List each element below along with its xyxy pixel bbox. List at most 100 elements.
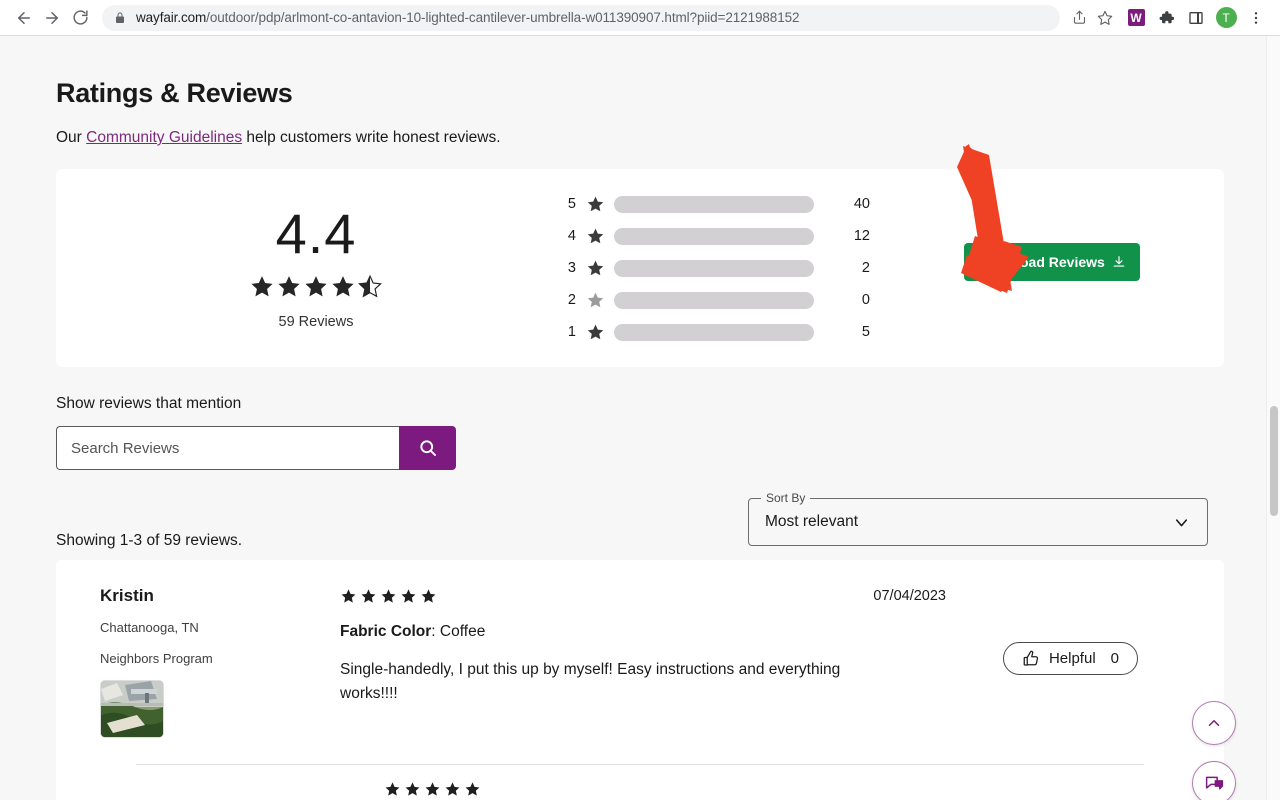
bookmark-button[interactable]: [1092, 5, 1118, 31]
puzzle-piece-icon: [1159, 11, 1174, 24]
helpful-label: Helpful: [1048, 650, 1096, 667]
star-icon: [425, 782, 440, 796]
chrome-menu-button[interactable]: [1242, 4, 1270, 32]
share-button[interactable]: [1066, 5, 1092, 31]
star-icon: [405, 782, 420, 796]
address-bar[interactable]: wayfair.com/outdoor/pdp/arlmont-co-antav…: [102, 4, 1060, 31]
forward-button[interactable]: [38, 4, 66, 32]
review-attribute-value: Coffee: [439, 623, 486, 640]
star-icon: [465, 782, 480, 796]
overall-score: 4.4: [275, 202, 357, 265]
chat-support-button[interactable]: [1192, 761, 1236, 800]
scrollbar-thumb[interactable]: [1270, 406, 1278, 516]
star-bookmark-icon: [1097, 10, 1113, 25]
star-icon: [361, 589, 376, 603]
review-star-rating: [340, 588, 437, 605]
side-panel-button[interactable]: [1182, 4, 1210, 32]
community-guidelines-link[interactable]: Community Guidelines: [86, 129, 242, 146]
search-input[interactable]: [56, 426, 399, 470]
rating-bar-label: 3: [567, 260, 576, 276]
rating-bar-count: 0: [861, 292, 870, 308]
page-scrollbar[interactable]: [1266, 36, 1280, 800]
search-submit-button[interactable]: [399, 426, 456, 470]
download-reviews-wrap: Download Reviews: [964, 243, 1140, 281]
star-icon: [341, 589, 356, 603]
chat-bubble-icon: [1205, 776, 1223, 789]
review-card: Kristin Chattanooga, TN Neighbors Progra…: [56, 560, 1224, 800]
rating-bar-row[interactable]: 5 40: [556, 188, 886, 220]
list-controls: Showing 1-3 of 59 reviews. Sort By Most …: [56, 491, 1224, 560]
review-text: Single-handedly, I put this up by myself…: [340, 661, 841, 702]
helpful-button[interactable]: Helpful 0: [1002, 642, 1138, 675]
download-reviews-button[interactable]: Download Reviews: [964, 243, 1140, 281]
star-icon: [385, 782, 400, 796]
page-content: Ratings & Reviews Our Community Guidelin…: [0, 36, 1280, 800]
helpful-count: 0: [1110, 650, 1119, 667]
sort-by-value: Most relevant: [765, 513, 859, 530]
rating-bar-row[interactable]: 3 2: [556, 252, 886, 284]
extension-wayfair-button[interactable]: W: [1122, 4, 1150, 32]
star-icon: [305, 276, 327, 297]
chevron-down-icon: [1172, 513, 1191, 532]
star-icon: [586, 259, 608, 278]
chevron-up-icon: [1208, 720, 1220, 726]
share-icon: [1073, 10, 1085, 24]
sort-by-select[interactable]: Sort By Most relevant: [748, 491, 1208, 546]
star-icon: [332, 276, 354, 297]
page-title: Ratings & Reviews: [56, 78, 293, 108]
rating-bar-track: [614, 259, 814, 277]
rating-bar-label: 1: [567, 324, 576, 340]
extension-toolbar: W T: [1122, 4, 1270, 32]
star-icon: [401, 589, 416, 603]
rating-bar-label: 2: [567, 292, 576, 308]
subtitle-suffix: help customers write honest reviews.: [242, 129, 501, 146]
rating-distribution-chart: 5 40 4 12 3 2 2 0 1 5: [556, 188, 886, 348]
rating-bar-count: 12: [853, 228, 870, 244]
reviewer-name: Kristin: [100, 586, 154, 605]
review-header-row: 07/04/2023: [340, 588, 1200, 605]
browser-toolbar: wayfair.com/outdoor/pdp/arlmont-co-antav…: [0, 0, 1280, 36]
star-icon: [445, 782, 460, 796]
reload-button[interactable]: [66, 4, 94, 32]
rating-bar-count: 2: [861, 260, 870, 276]
subtitle-prefix: Our: [56, 129, 87, 146]
review-attribute: Fabric Color: Coffee: [340, 623, 486, 640]
page-body: Ratings & Reviews Our Community Guidelin…: [0, 36, 1280, 800]
star-icon: [586, 195, 608, 214]
url-path: /outdoor/pdp/arlmont-co-antavion-10-ligh…: [206, 10, 800, 25]
back-button[interactable]: [10, 4, 38, 32]
rating-bar-row[interactable]: 1 5: [556, 316, 886, 348]
sort-by-legend: Sort By: [761, 491, 811, 505]
review-date: 07/04/2023: [873, 588, 946, 604]
search-row: [56, 426, 456, 470]
review-photo-image: [101, 681, 163, 737]
lock-icon: [114, 12, 126, 24]
star-icon: [586, 323, 608, 342]
avatar: T: [1215, 7, 1237, 28]
url-domain: wayfair.com: [136, 10, 207, 25]
rating-bar-count: 5: [861, 324, 870, 340]
reviewer-location: Chattanooga, TN: [100, 620, 199, 635]
rating-bar-row[interactable]: 2 0: [556, 284, 886, 316]
star-icon: [586, 227, 608, 246]
rating-bar-row[interactable]: 4 12: [556, 220, 886, 252]
star-icon: [381, 589, 396, 603]
scroll-to-top-button[interactable]: [1192, 701, 1236, 745]
next-review-star-rating: [80, 765, 1200, 798]
review-attribute-label: Fabric Color: [340, 623, 432, 640]
download-reviews-label: Download Reviews: [978, 254, 1105, 270]
rating-bar-track: [614, 323, 814, 341]
rating-bar-label: 4: [567, 228, 576, 244]
forward-arrow-icon: [46, 11, 58, 24]
wayfair-extension-icon: W: [1127, 9, 1145, 26]
extensions-button[interactable]: [1152, 4, 1180, 32]
star-icon: [278, 276, 300, 297]
star-icon: [251, 276, 273, 297]
reload-icon: [72, 10, 88, 25]
address-bar-url: wayfair.com/outdoor/pdp/arlmont-co-antav…: [136, 10, 799, 25]
search-section-label: Show reviews that mention: [56, 395, 242, 412]
rating-bar-track: [614, 291, 814, 309]
review-photo-thumbnail[interactable]: [100, 680, 164, 738]
profile-button[interactable]: T: [1212, 4, 1240, 32]
reviewer-info: Kristin Chattanooga, TN Neighbors Progra…: [80, 586, 340, 738]
